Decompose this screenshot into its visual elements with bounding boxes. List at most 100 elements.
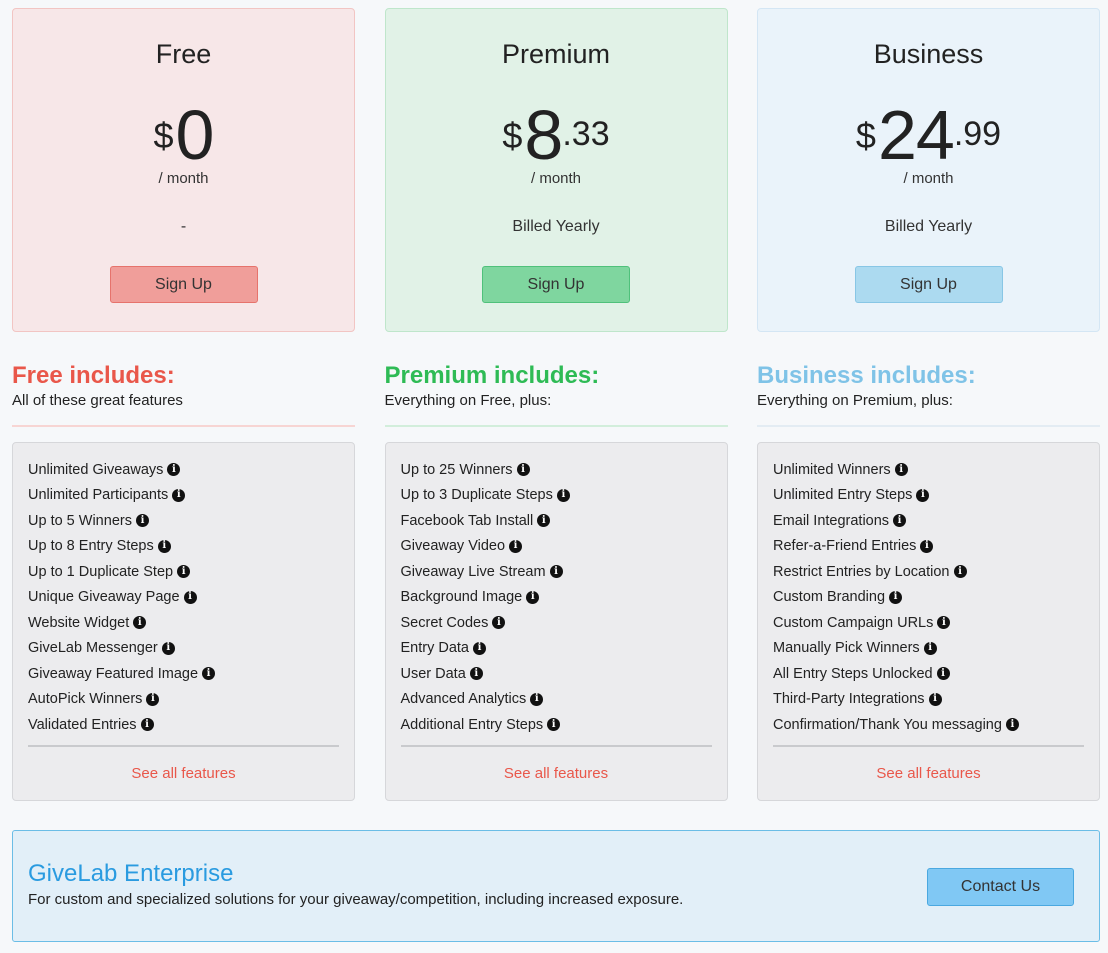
info-icon[interactable]: i [893, 514, 907, 528]
plan-cards-row: Free $ 0 / month - Sign Up Premium $ 8 .… [12, 8, 1100, 332]
includes-header-business: Business includes: Everything on Premium… [757, 362, 1100, 427]
feature-item: Custom Campaign URLs i [773, 610, 1084, 636]
feature-item: Website Widget i [28, 610, 339, 636]
info-icon[interactable]: i [183, 590, 197, 604]
info-icon[interactable]: i [953, 565, 967, 579]
price-amount: 24 [877, 96, 955, 174]
info-icon[interactable]: i [923, 641, 937, 655]
feature-label: Background Image [400, 589, 523, 606]
feature-item: Facebook Tab Install i [401, 508, 712, 534]
info-icon[interactable]: i [157, 539, 171, 553]
feature-item: Giveaway Video i [401, 534, 712, 560]
feature-items: Unlimited Giveaways i Unlimited Participan… [28, 457, 339, 738]
info-icon[interactable]: i [135, 514, 149, 528]
info-icon[interactable]: i [920, 539, 934, 553]
info-icon[interactable]: i [516, 463, 530, 477]
plan-price: $ 24 .99 [758, 97, 1099, 173]
feature-items: Up to 25 Winners i Up to 3 Duplicate Steps… [401, 457, 712, 738]
plan-price: $ 8 .33 [386, 97, 727, 173]
feature-label: Giveaway Featured Image [28, 665, 199, 682]
info-icon[interactable]: i [537, 514, 551, 528]
contact-us-button[interactable]: Contact Us [927, 868, 1074, 906]
divider [773, 745, 1084, 747]
feature-label: Advanced Analytics [400, 691, 527, 708]
info-icon[interactable]: i [936, 667, 950, 681]
feature-item: Up to 3 Duplicate Steps i [401, 483, 712, 509]
sign-up-button-free[interactable]: Sign Up [109, 266, 258, 303]
feature-label: Facebook Tab Install [400, 512, 534, 529]
feature-label: Restrict Entries by Location [773, 563, 950, 580]
info-icon[interactable]: i [526, 590, 540, 604]
feature-items: Unlimited Winners i Unlimited Entry Steps i… [773, 457, 1084, 738]
feature-item: User Data i [401, 661, 712, 687]
plan-card-free: Free $ 0 / month - Sign Up [12, 8, 355, 332]
info-icon[interactable]: i [140, 718, 154, 732]
plan-name: Free [155, 39, 212, 69]
feature-label: Website Widget [28, 614, 130, 631]
feature-item: Up to 25 Winners i [401, 457, 712, 483]
info-icon[interactable]: i [492, 616, 506, 630]
enterprise-title: GiveLab Enterprise [28, 860, 234, 887]
divider [400, 745, 712, 747]
price-currency: $ [502, 115, 523, 156]
info-icon[interactable]: i [473, 641, 486, 655]
includes-header-premium: Premium includes: Everything on Free, pl… [384, 362, 728, 427]
feature-label: Unlimited Entry Steps [773, 487, 913, 504]
info-icon[interactable]: i [202, 667, 216, 681]
feature-item: Email Integrations i [773, 508, 1084, 534]
enterprise-banner: GiveLab Enterprise For custom and specia… [12, 830, 1100, 942]
info-icon[interactable]: i [928, 692, 942, 706]
info-icon[interactable]: i [889, 590, 903, 604]
feature-item: Restrict Entries by Location i [773, 559, 1084, 585]
info-icon[interactable]: i [167, 463, 181, 477]
info-icon[interactable]: i [530, 692, 544, 706]
feature-item: Unlimited Winners i [773, 457, 1084, 483]
feature-item: Unlimited Participants i [28, 483, 339, 509]
feature-label: Up to 1 Duplicate Step [28, 563, 174, 580]
feature-item: Up to 1 Duplicate Step i [28, 559, 339, 585]
feature-label: Email Integrations [773, 512, 890, 529]
feature-item: Up to 5 Winners i [28, 508, 339, 534]
info-icon[interactable]: i [509, 539, 523, 553]
price-amount: 0 [175, 96, 215, 174]
feature-label: Up to 3 Duplicate Steps [400, 487, 553, 504]
info-icon[interactable]: i [1005, 718, 1019, 732]
info-icon[interactable]: i [172, 488, 186, 502]
feature-label: Up to 5 Winners [28, 512, 132, 529]
info-icon[interactable]: i [177, 565, 191, 579]
info-icon[interactable]: i [549, 565, 563, 579]
divider [757, 425, 1100, 427]
feature-label: Unlimited Participants [28, 487, 169, 504]
info-icon[interactable]: i [916, 488, 930, 502]
price-period: / month [903, 170, 954, 187]
plan-price: $ 0 [13, 97, 354, 173]
see-all-features-link[interactable]: See all features [13, 765, 354, 782]
info-icon[interactable]: i [547, 718, 561, 732]
feature-item: Refer-a-Friend Entries i [773, 534, 1084, 560]
price-currency: $ [855, 115, 876, 156]
plan-card-business: Business $ 24 .99 / month Billed Yearly … [757, 8, 1100, 332]
feature-item: GiveLab Messenger i [28, 636, 339, 662]
info-icon[interactable]: i [937, 616, 951, 630]
info-icon[interactable]: i [894, 463, 908, 477]
feature-list-free: Unlimited Giveaways i Unlimited Participan… [12, 442, 355, 801]
sign-up-button-business[interactable]: Sign Up [854, 266, 1003, 303]
info-icon[interactable]: i [556, 488, 570, 502]
feature-item: Up to 8 Entry Steps i [28, 534, 339, 560]
sign-up-button-premium[interactable]: Sign Up [482, 266, 630, 303]
see-all-features-link[interactable]: See all features [758, 765, 1099, 782]
price-period: / month [158, 170, 209, 187]
info-icon[interactable]: i [469, 667, 483, 681]
info-icon[interactable]: i [161, 641, 175, 655]
info-icon[interactable]: i [133, 616, 147, 630]
feature-item: Unlimited Entry Steps i [773, 483, 1084, 509]
price-cents: .33 [562, 115, 610, 153]
includes-title: Premium includes: [384, 362, 600, 389]
info-icon[interactable]: i [146, 692, 160, 706]
feature-label: GiveLab Messenger [28, 640, 158, 657]
see-all-features-link[interactable]: See all features [386, 765, 727, 782]
feature-label: All Entry Steps Unlocked [773, 665, 933, 682]
feature-label: Third-Party Integrations [773, 691, 925, 708]
feature-label: Additional Entry Steps [400, 716, 544, 733]
includes-headers-row: Free includes: All of these great featur… [12, 362, 1100, 427]
